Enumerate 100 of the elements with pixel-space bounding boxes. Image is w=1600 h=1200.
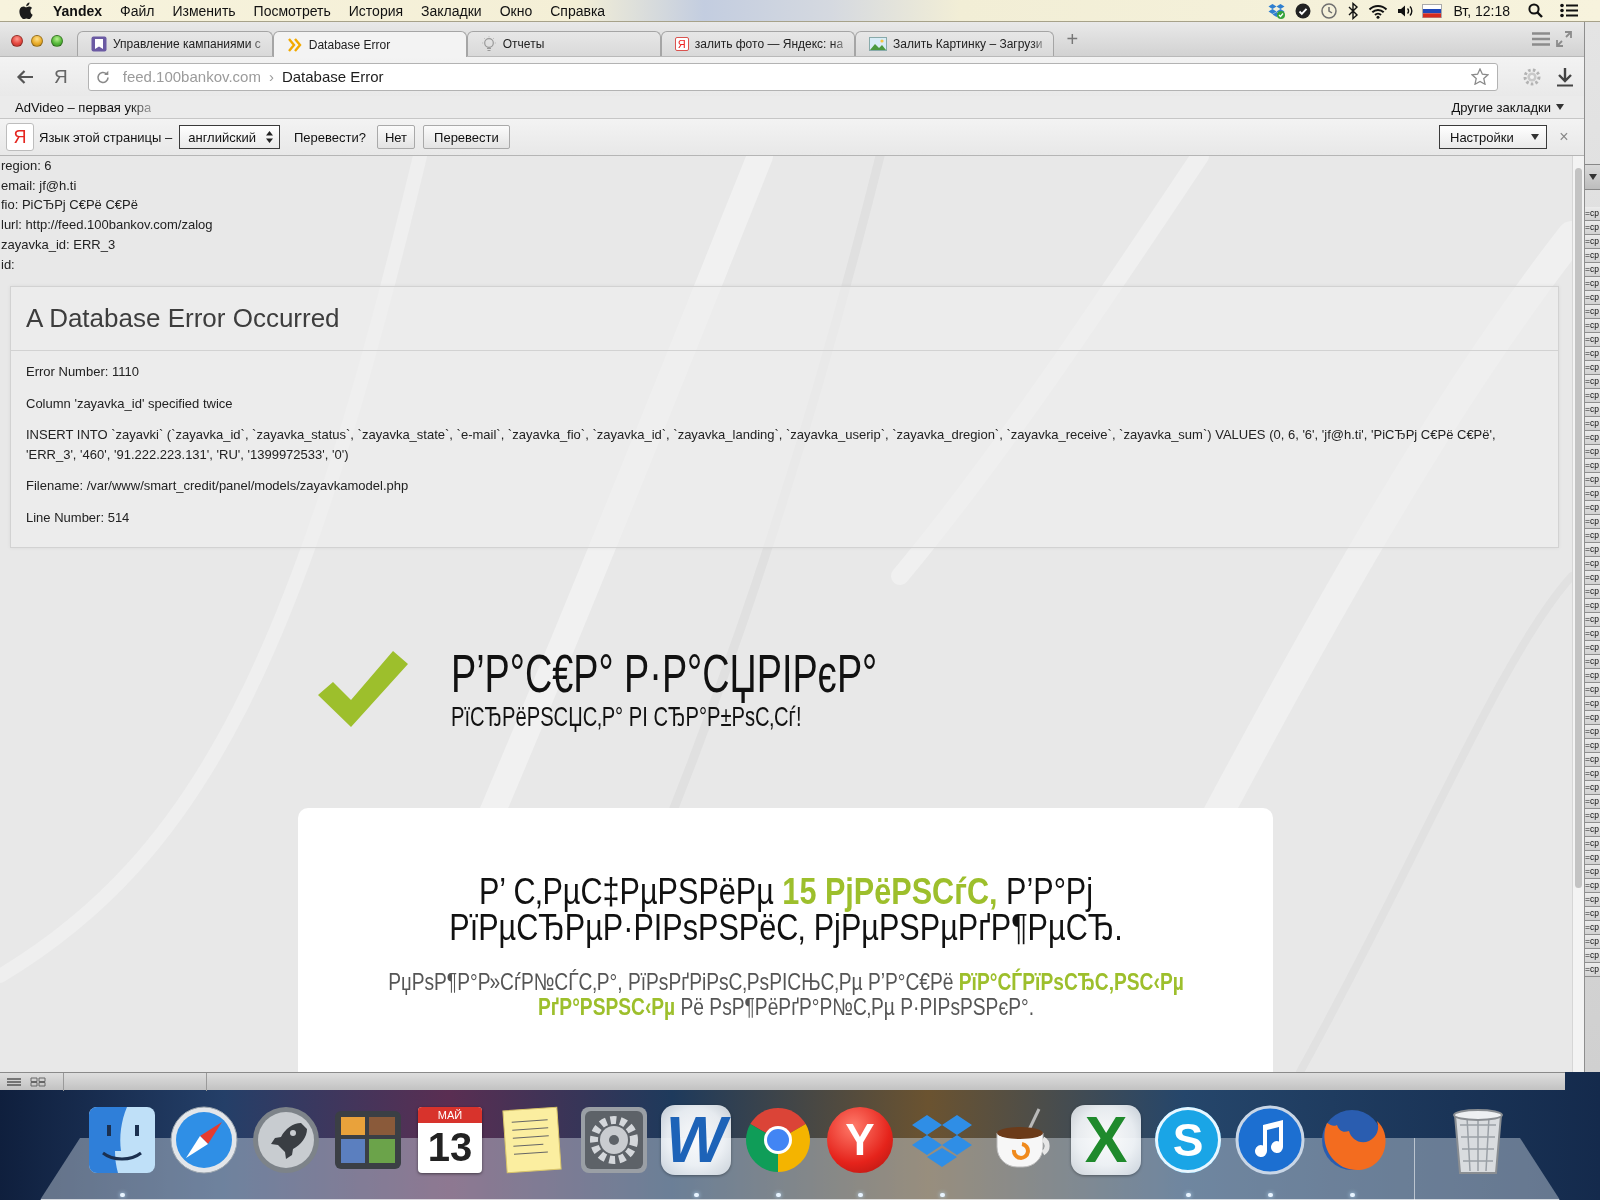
window-text: =cp [1585,235,1599,248]
window-text: =cp [1585,753,1599,766]
window-text: =cp [1585,319,1599,332]
open-box-icon[interactable] [1268,2,1287,19]
window-text: =cp [1585,389,1599,402]
window-text: =cp [1585,515,1599,528]
window-text: =cp [1585,711,1599,724]
back-button[interactable] [16,68,34,85]
lightbulb-icon [480,36,497,52]
settings-select[interactable]: Настройки [1439,125,1547,149]
caret-icon [1588,174,1597,180]
debug-line: zayavka_id: ERR_3 [0,235,116,254]
reload-icon[interactable] [95,69,110,84]
wifi-icon[interactable] [1368,2,1389,19]
window-text: =cp [1585,949,1599,962]
window-text: =cp [1585,767,1599,780]
letter-app-icon[interactable]: W [661,1105,731,1175]
tab[interactable]: Database Error [272,31,467,57]
menu-item[interactable]: Закладки [421,2,482,19]
music-note-icon[interactable] [1233,1103,1307,1177]
star-icon[interactable] [1471,68,1489,85]
window-text: =cp [1585,865,1599,878]
menu-item[interactable]: Окно [499,2,533,19]
scrollbar-thumb[interactable] [1575,168,1582,888]
bookmark-item[interactable]: AdVideo – первая укра [15,99,152,115]
window-text: =cp [1585,655,1599,668]
window-text: =cp [1585,585,1599,598]
window-text: =cp [1585,837,1599,850]
document-icon [91,36,107,52]
calendar-icon[interactable]: МАЙ 13 [418,1107,482,1173]
letter-app-icon[interactable]: X [1071,1105,1141,1175]
window-text: =cp [1585,599,1599,612]
zoom-button[interactable] [51,34,63,47]
language-select[interactable]: английский [179,125,280,149]
menu-item[interactable]: История [348,2,404,19]
window-text: =cp [1585,669,1599,682]
error-detail: Column 'zayavka_id' specified twice [26,394,234,413]
flag-icon[interactable] [1422,3,1443,18]
menu-item[interactable]: Справка [550,2,606,19]
menu-item[interactable]: Изменить [172,2,236,19]
compass-icon[interactable] [167,1103,241,1177]
window-text: =cp [1585,613,1599,626]
window-text: =cp [1585,249,1599,262]
window-text: =cp [1585,221,1599,234]
debug-line: fio: РіСЂРј С€Рё С€Рё [0,196,138,215]
tab[interactable]: Управление кампаниями с [77,31,273,56]
scrollbar-track[interactable] [1572,156,1584,1072]
error-title: A Database Error Occurred [11,287,1558,352]
window-text: =cp [1585,291,1599,304]
window-text: =cp [1585,347,1599,360]
logo-button[interactable]: Я [54,65,68,88]
tab[interactable]: Я залить фото — Яндекс: на [660,31,856,56]
tab[interactable]: Залить Картинку – Загрузи [855,31,1055,56]
close-button[interactable] [11,34,23,47]
window-text: =cp [1585,781,1599,794]
check-badge-icon[interactable] [1295,2,1312,19]
minimize-button[interactable] [31,34,43,47]
decline-button[interactable]: Нет [376,125,416,149]
error-detail: Line Number: 514 [26,508,131,527]
tab[interactable]: Отчеты [466,31,661,56]
window-text: =cp [1585,921,1599,934]
app-menu[interactable]: Yandex [53,2,103,19]
fullscreen-icon[interactable] [1556,31,1572,47]
clock-text[interactable]: Вт, 12:18 [1453,2,1510,19]
debug-line: id: [0,255,15,274]
window-text: =cp [1585,431,1599,444]
window-text: =cp [1585,879,1599,892]
other-bookmarks-button[interactable]: Другие закладки [1451,99,1564,115]
updown-arrows-icon [265,131,273,143]
chevrons-icon [286,36,303,53]
menu-icon[interactable] [1532,32,1550,46]
window-text: =cp [1585,375,1599,388]
window-text: =cp [1585,557,1599,570]
window-text: =cp [1585,487,1599,500]
bluetooth-icon[interactable] [1347,1,1360,20]
window-text: =cp [1585,459,1599,472]
clock-icon[interactable] [1320,1,1339,20]
window-text: =cp [1585,725,1599,738]
window-text: =cp [1585,683,1599,696]
list-icon[interactable] [1560,3,1578,18]
window-text: =cp [1585,627,1599,640]
menu-item[interactable]: Посмотреть [253,2,331,19]
download-icon[interactable] [1556,66,1574,87]
list-view-icon[interactable] [6,1076,22,1087]
window-text: =cp [1585,501,1599,514]
confirmation-title: Р’Р°С€Р° Р·Р°СЏРІРєР° [451,646,878,702]
window-text: =cp [1585,963,1599,976]
grid-view-icon[interactable] [30,1076,46,1087]
window-text: =cp [1585,403,1599,416]
address-field[interactable]: feed.100bankov.com › Database Error [87,62,1498,91]
window-text: =cp [1585,333,1599,346]
window-text: =cp [1585,823,1599,836]
search-icon[interactable] [1528,3,1543,18]
translate-button[interactable]: Перевести [423,125,510,149]
window-text: =cp [1585,907,1599,920]
error-detail: Error Number: 1110 [26,363,140,382]
apple-icon[interactable] [19,2,33,19]
favicon-tile: Я [674,37,689,51]
menu-item[interactable]: Файл [120,2,155,19]
translate-prompt: Язык этой страницы – [39,129,173,145]
